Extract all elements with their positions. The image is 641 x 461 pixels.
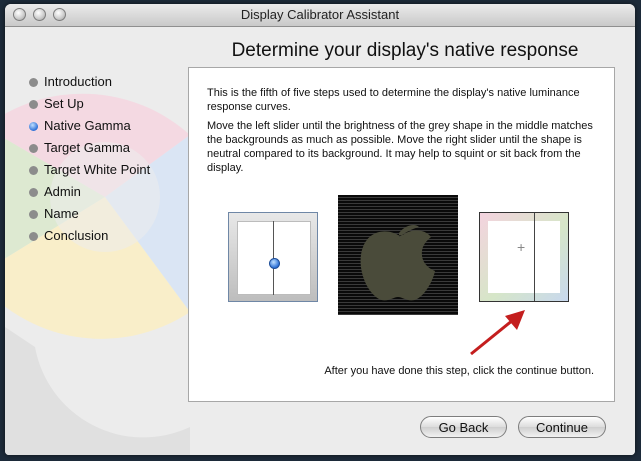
brightness-slider-knob[interactable] [269,258,280,269]
white-point-pad-area [488,221,560,293]
step-label: Name [44,206,79,221]
step-label: Target Gamma [44,140,130,155]
step-label: Set Up [44,96,84,111]
arrow-icon [470,310,525,356]
content-area: Determine your display's native response… [5,27,635,455]
instructions-paragraph: Move the left slider until the brightnes… [207,120,593,174]
step-dot-icon [29,188,38,197]
window-title: Display Calibrator Assistant [240,7,400,22]
white-point-crosshair-icon[interactable]: + [517,240,525,254]
step-label: Native Gamma [44,118,131,133]
step-dot-icon [29,100,38,109]
intro-paragraph: This is the fifth of five steps used to … [207,87,580,113]
page-heading: Determine your display's native response [231,40,579,61]
go-back-button[interactable]: Go Back [420,416,507,438]
step-label: Target White Point [44,162,151,177]
gamma-test-pattern [338,195,458,315]
step-dot-icon [29,210,38,219]
footer-instruction: After you have done this step, click the… [324,365,594,377]
white-point-slider-track [534,213,535,301]
apple-logo-icon [360,225,435,301]
step-label: Admin [44,184,81,199]
instruction-panel: This is the fifth of five steps used to … [188,67,615,402]
continue-button[interactable]: Continue [518,416,606,438]
step-dot-icon [29,122,38,131]
step-dot-icon [29,78,38,87]
step-label: Introduction [44,74,112,89]
step-dot-icon [29,144,38,153]
titlebar: Display Calibrator Assistant [5,4,635,27]
brightness-slider-pad[interactable] [228,212,318,302]
assistant-window: Display Calibrator Assistant Determine y… [5,4,635,455]
step-label: Conclusion [44,228,109,243]
step-dot-icon [29,166,38,175]
white-point-slider-pad[interactable]: + [479,212,569,302]
step-dot-icon [29,232,38,241]
